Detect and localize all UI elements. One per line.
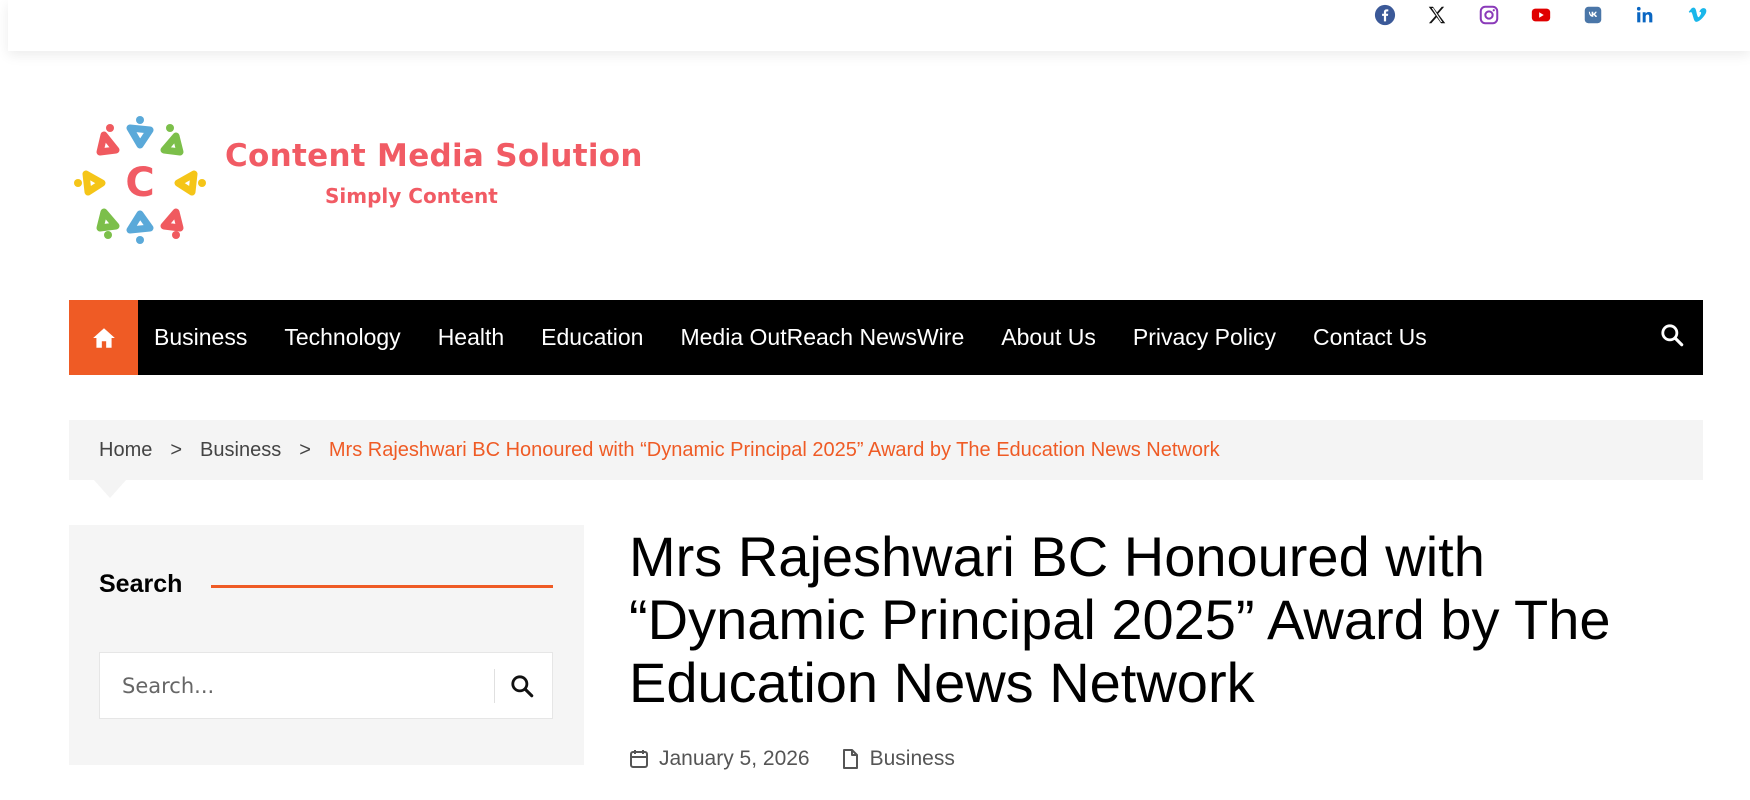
- breadcrumb-separator: >: [299, 438, 311, 461]
- article-category[interactable]: Business: [870, 747, 955, 771]
- sidebar-search-widget: Search: [69, 525, 584, 765]
- widget-title: Search: [99, 570, 183, 598]
- nav-item-media-outreach-newswire[interactable]: Media OutReach NewsWire: [680, 324, 964, 351]
- home-icon: [92, 327, 115, 348]
- search-icon: [1661, 324, 1684, 347]
- article-header: Mrs Rajeshwari BC Honoured with “Dynamic…: [629, 525, 1704, 714]
- nav-item-business[interactable]: Business: [154, 324, 247, 351]
- nav-search-button[interactable]: [1659, 322, 1689, 352]
- nav-item-education[interactable]: Education: [541, 324, 643, 351]
- breadcrumb-separator: >: [170, 438, 183, 461]
- main-navigation: Business Technology Health Education Med…: [69, 300, 1703, 375]
- vk-icon[interactable]: [1576, 4, 1610, 26]
- article-title: Mrs Rajeshwari BC Honoured with “Dynamic…: [629, 525, 1611, 714]
- search-icon: [511, 675, 534, 698]
- breadcrumb-category[interactable]: Business: [200, 439, 281, 462]
- breadcrumb-home[interactable]: Home: [99, 439, 152, 462]
- site-title[interactable]: Content Media Solution: [225, 138, 643, 174]
- nav-item-contact-us[interactable]: Contact Us: [1313, 324, 1427, 351]
- nav-item-technology[interactable]: Technology: [284, 324, 400, 351]
- widget-title-underline: [211, 585, 553, 588]
- logo-letter: C: [125, 160, 154, 206]
- vimeo-icon[interactable]: [1680, 4, 1714, 26]
- site-branding[interactable]: C Content Media Solution Simply Content: [70, 100, 642, 260]
- instagram-icon[interactable]: [1472, 4, 1506, 26]
- linkedin-icon[interactable]: [1628, 4, 1662, 26]
- article-date[interactable]: January 5, 2026: [659, 747, 810, 771]
- nav-item-about-us[interactable]: About Us: [1001, 324, 1096, 351]
- calendar-icon: [630, 750, 648, 768]
- facebook-icon[interactable]: [1368, 4, 1402, 26]
- breadcrumb-current: Mrs Rajeshwari BC Honoured with “Dynamic…: [328, 438, 1220, 461]
- search-input[interactable]: [100, 653, 492, 718]
- social-links: [1368, 4, 1714, 26]
- nav-item-privacy-policy[interactable]: Privacy Policy: [1133, 324, 1276, 351]
- nav-item-health[interactable]: Health: [438, 324, 504, 351]
- site-tagline: Simply Content: [325, 184, 498, 208]
- breadcrumb: Home > Business > Mrs Rajeshwari BC Hono…: [69, 420, 1703, 480]
- article-meta: January 5, 2026 Business: [629, 747, 955, 771]
- file-icon: [842, 749, 858, 769]
- home-button[interactable]: [69, 300, 138, 375]
- breadcrumb-pointer: [94, 480, 126, 498]
- search-submit-button[interactable]: [500, 667, 544, 705]
- search-divider: [494, 669, 495, 703]
- search-form: [99, 652, 553, 719]
- site-logo[interactable]: C: [70, 100, 230, 260]
- nav-menu: Business Technology Health Education Med…: [138, 300, 1464, 375]
- top-bar: [8, 0, 1750, 51]
- youtube-icon[interactable]: [1524, 4, 1558, 26]
- x-icon[interactable]: [1420, 4, 1454, 26]
